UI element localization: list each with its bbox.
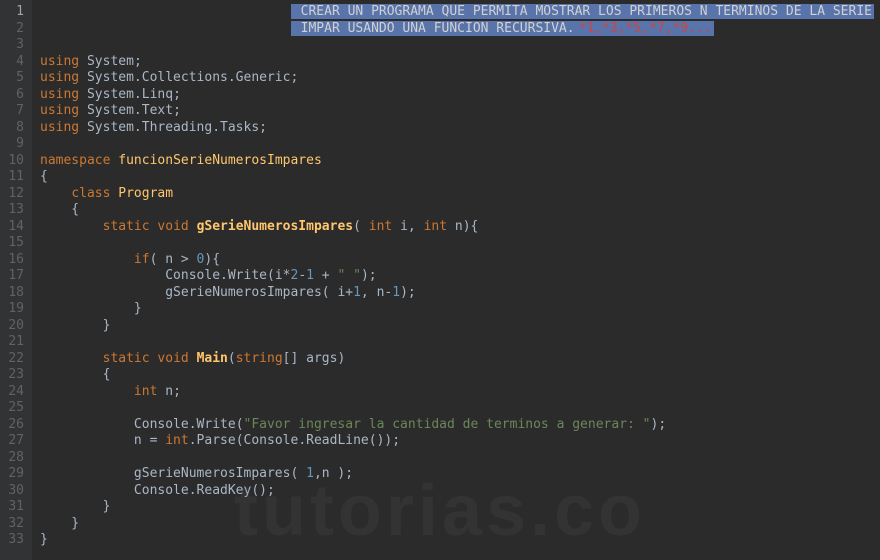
line-number: 17 <box>4 268 24 285</box>
line-number: 26 <box>4 417 24 434</box>
comment-line-2a: IMPAR USANDO UNA FUNCION RECURSIVA. <box>291 21 577 36</box>
code-line: Console.Write("Favor ingresar la cantida… <box>40 417 880 434</box>
code-line: using System.Linq; <box>40 87 880 104</box>
line-number: 5 <box>4 70 24 87</box>
line-number: 4 <box>4 54 24 71</box>
code-line: using System.Collections.Generic; <box>40 70 880 87</box>
line-number: 31 <box>4 499 24 516</box>
line-number: 3 <box>4 37 24 54</box>
line-number: 14 <box>4 219 24 236</box>
line-number: 32 <box>4 516 24 533</box>
code-line <box>40 37 880 54</box>
line-number: 9 <box>4 136 24 153</box>
code-line: Console.Write(i*2-1 + " "); <box>40 268 880 285</box>
code-line: { <box>40 169 880 186</box>
code-line: using System; <box>40 54 880 71</box>
line-number: 21 <box>4 334 24 351</box>
code-line: namespace funcionSerieNumerosImpares <box>40 153 880 170</box>
code-line <box>40 334 880 351</box>
line-number: 27 <box>4 433 24 450</box>
comment-line-1: CREAR UN PROGRAMA QUE PERMITA MOSTRAR LO… <box>291 4 874 19</box>
code-line: using System.Threading.Tasks; <box>40 120 880 137</box>
code-line: } <box>40 532 880 549</box>
code-line: static void gSerieNumerosImpares( int i,… <box>40 219 880 236</box>
code-line: if( n > 0){ <box>40 252 880 269</box>
code-line: } <box>40 499 880 516</box>
line-number: 16 <box>4 252 24 269</box>
line-number: 29 <box>4 466 24 483</box>
code-line: } <box>40 516 880 533</box>
line-number: 12 <box>4 186 24 203</box>
line-number: 33 <box>4 532 24 549</box>
line-number: 19 <box>4 301 24 318</box>
line-number: 8 <box>4 120 24 137</box>
code-line: gSerieNumerosImpares( 1,n ); <box>40 466 880 483</box>
comment-line-2b: *1,*3,*5,*7,*9... <box>577 21 714 36</box>
code-line: { <box>40 367 880 384</box>
line-number: 20 <box>4 318 24 335</box>
code-line: } <box>40 301 880 318</box>
code-line: int n; <box>40 384 880 401</box>
line-number: 24 <box>4 384 24 401</box>
line-number: 28 <box>4 450 24 467</box>
code-line: class Program <box>40 186 880 203</box>
code-area[interactable]: CREAR UN PROGRAMA QUE PERMITA MOSTRAR LO… <box>32 0 880 560</box>
code-line: Console.ReadKey(); <box>40 483 880 500</box>
line-number: 25 <box>4 400 24 417</box>
line-number: 11 <box>4 169 24 186</box>
line-number: 30 <box>4 483 24 500</box>
code-line <box>40 400 880 417</box>
selected-comment-block: CREAR UN PROGRAMA QUE PERMITA MOSTRAR LO… <box>291 4 874 37</box>
line-number-gutter: 1234567891011121314151617181920212223242… <box>0 0 32 560</box>
line-number: 2 <box>4 21 24 38</box>
line-number: 18 <box>4 285 24 302</box>
line-number: 6 <box>4 87 24 104</box>
line-number: 10 <box>4 153 24 170</box>
code-line: { <box>40 202 880 219</box>
code-line <box>40 136 880 153</box>
code-line <box>40 235 880 252</box>
line-number: 22 <box>4 351 24 368</box>
code-line: gSerieNumerosImpares( i+1, n-1); <box>40 285 880 302</box>
line-number: 15 <box>4 235 24 252</box>
code-editor[interactable]: 1234567891011121314151617181920212223242… <box>0 0 880 560</box>
line-number: 23 <box>4 367 24 384</box>
code-line: n = int.Parse(Console.ReadLine()); <box>40 433 880 450</box>
line-number: 1 <box>4 4 24 21</box>
line-number: 13 <box>4 202 24 219</box>
code-line: } <box>40 318 880 335</box>
code-line <box>40 450 880 467</box>
code-line: static void Main(string[] args) <box>40 351 880 368</box>
line-number: 7 <box>4 103 24 120</box>
code-line: using System.Text; <box>40 103 880 120</box>
